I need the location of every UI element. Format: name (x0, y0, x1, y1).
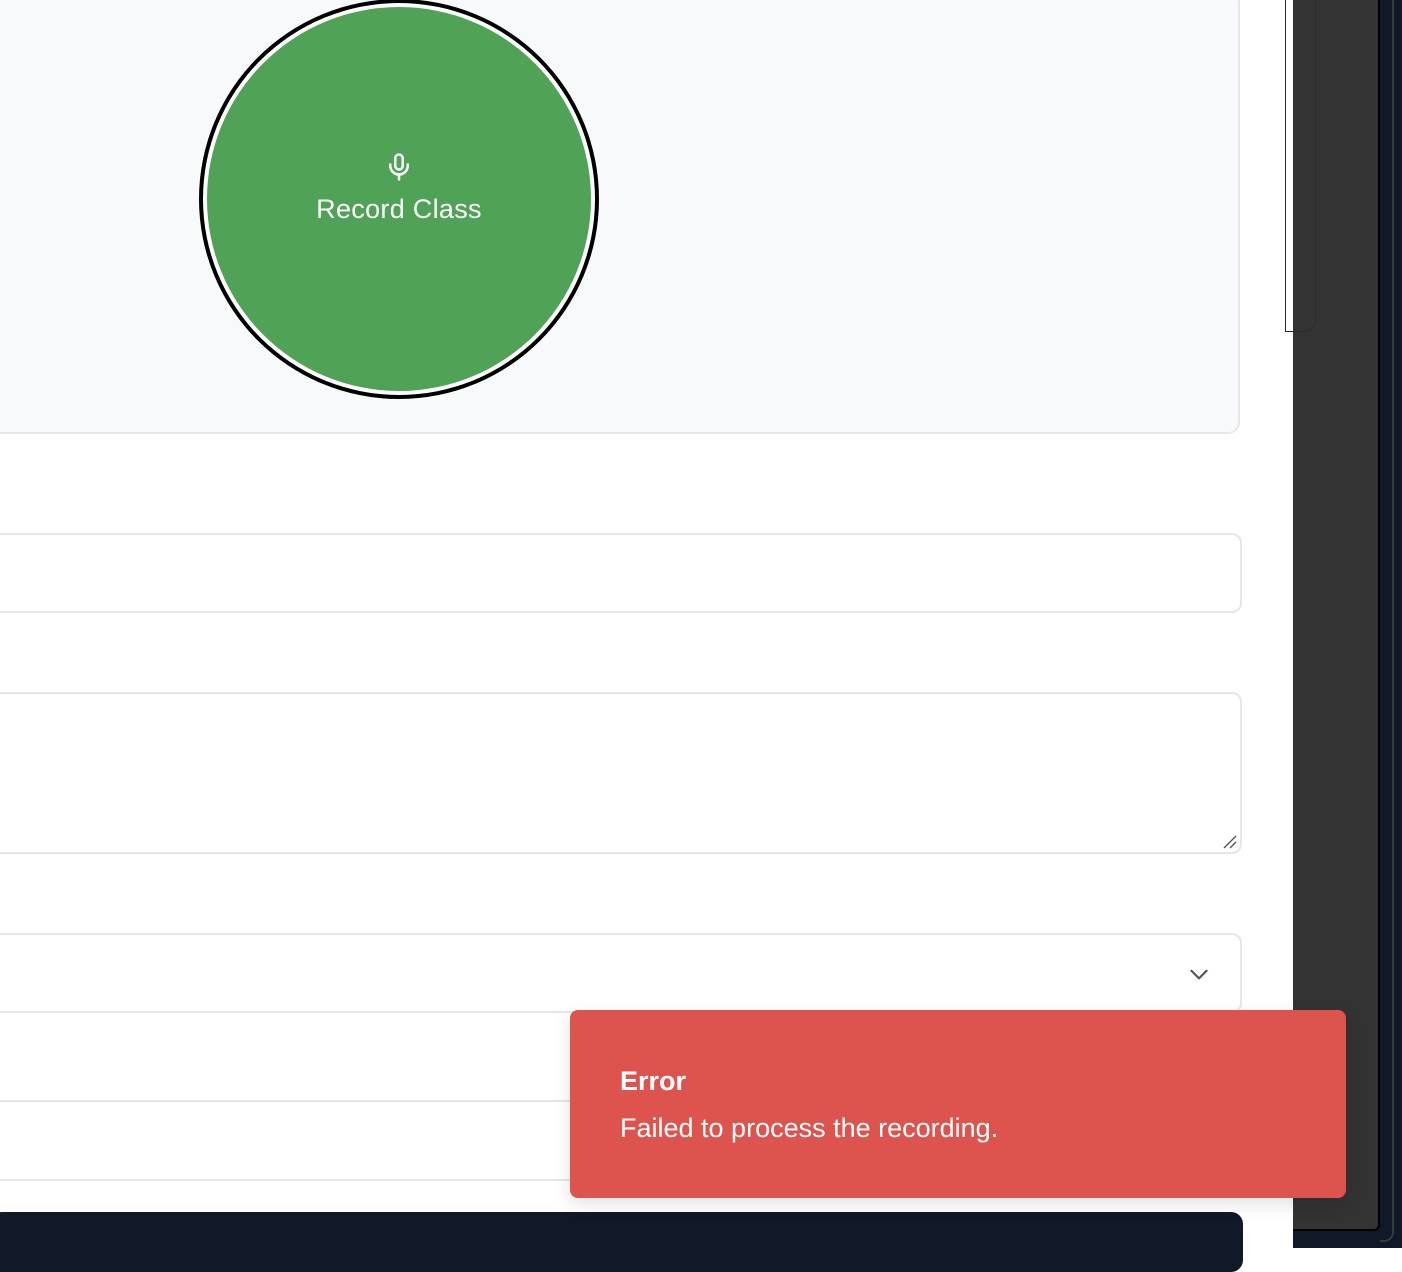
side-panel-card (1285, 0, 1316, 332)
record-button-label: Record Class (316, 193, 482, 224)
record-class-button[interactable]: Record Class (199, 0, 599, 399)
record-button-ring: Record Class (203, 3, 595, 395)
form-divider (0, 1179, 600, 1181)
submit-button[interactable] (0, 1212, 1243, 1272)
resize-handle-icon[interactable] (1222, 834, 1238, 850)
form-divider (0, 1100, 600, 1102)
recorder-card: Record Class (0, 0, 1240, 434)
chevron-down-icon (1190, 969, 1208, 980)
text-input[interactable] (0, 533, 1242, 613)
select-dropdown[interactable] (0, 933, 1242, 1013)
record-button-face: Record Class (207, 7, 591, 391)
toast-title: Error (620, 1066, 687, 1096)
notes-textarea[interactable] (0, 692, 1242, 854)
error-toast: Error Failed to process the recording. (570, 1010, 1346, 1198)
toast-message: Failed to process the recording. (620, 1113, 999, 1143)
microphone-icon (389, 152, 409, 181)
window-edge (1380, 0, 1394, 1242)
